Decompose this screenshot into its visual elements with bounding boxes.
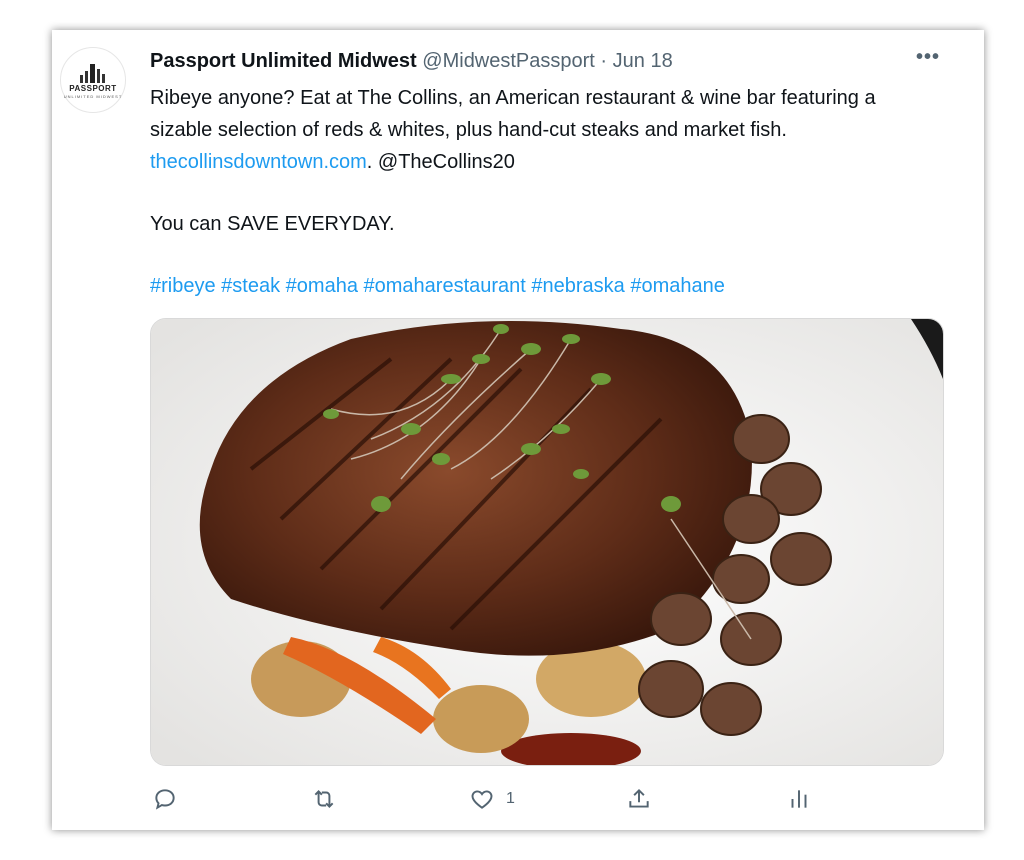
share-icon	[629, 788, 649, 808]
avatar-sub-text: UNLIMITED MIDWEST	[63, 94, 123, 99]
tweet-paragraph-1: Ribeye anyone? Eat at The Collins, an Am…	[150, 82, 910, 178]
skyline-logo-icon	[80, 64, 105, 83]
analytics-button[interactable]	[786, 786, 812, 812]
tweet-paragraph-2: You can SAVE EVERYDAY.	[150, 213, 395, 235]
retweet-button[interactable]	[310, 786, 338, 812]
hashtag-ribeye[interactable]: #ribeye	[150, 275, 216, 297]
profile-avatar[interactable]: PASSPORT UNLIMITED MIDWEST	[60, 47, 126, 113]
hashtag-omaharestaurant[interactable]: #omaharestaurant	[364, 275, 526, 297]
hashtag-steak[interactable]: #steak	[221, 275, 280, 297]
tweet-body: Ribeye anyone? Eat at The Collins, an Am…	[150, 82, 910, 302]
hashtag-omahane[interactable]: #omahane	[630, 275, 725, 297]
tweet-photo[interactable]	[150, 318, 944, 766]
retweet-icon	[314, 790, 334, 808]
tweet-actions-bar: 1	[150, 780, 942, 820]
like-button[interactable]: 1	[468, 786, 515, 812]
tweet-date[interactable]: Jun 18	[613, 50, 673, 72]
reply-icon	[155, 789, 175, 810]
ribeye-steak-photo-icon	[151, 319, 943, 765]
avatar-brand-text: PASSPORT	[69, 84, 117, 93]
tweet-header: Passport Unlimited Midwest @MidwestPassp…	[150, 48, 673, 74]
reply-button[interactable]	[152, 786, 178, 812]
analytics-icon	[791, 790, 807, 808]
author-name[interactable]: Passport Unlimited Midwest	[150, 50, 417, 72]
tweet-text-main: Ribeye anyone? Eat at The Collins, an Am…	[150, 87, 876, 141]
author-handle[interactable]: @MidwestPassport	[422, 50, 595, 72]
tweet-card[interactable]: PASSPORT UNLIMITED MIDWEST Passport Unli…	[52, 30, 984, 830]
like-count: 1	[506, 790, 515, 807]
more-options-button[interactable]: •••	[916, 46, 940, 69]
tweet-mention-text: . @TheCollins20	[366, 151, 515, 173]
meta-separator: ·	[600, 50, 608, 72]
tweet-link[interactable]: thecollinsdowntown.com	[150, 151, 367, 173]
heart-icon	[471, 790, 493, 809]
hashtag-list: #ribeye #steak #omaha #omaharestaurant #…	[150, 270, 910, 302]
hashtag-omaha[interactable]: #omaha	[286, 275, 358, 297]
hashtag-nebraska[interactable]: #nebraska	[531, 275, 624, 297]
share-button[interactable]	[626, 786, 652, 812]
